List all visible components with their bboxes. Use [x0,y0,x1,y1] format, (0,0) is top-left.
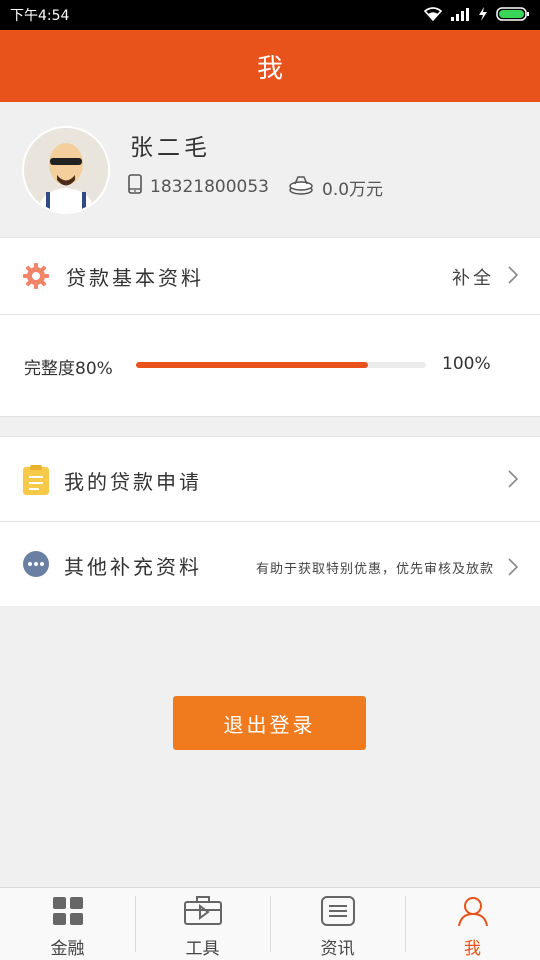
title-bar: 我 [0,30,540,102]
other-info-hint: 有助于获取特别优惠，优先审核及放款 [255,562,494,577]
bottom-tab-bar: 金融 工具 资讯 我 [0,887,540,960]
more-dots-icon [22,550,50,582]
wifi-icon [423,6,443,25]
status-icons [423,6,530,25]
grid-icon [52,896,84,930]
profile-section: 张二毛 18321800053 0.0万元 [0,102,540,237]
loan-basic-row[interactable]: 贷款基本资料 补全 [0,238,540,314]
phone-row: 18321800053 [128,174,269,199]
status-time: 下午4:54 [10,8,70,24]
charging-icon [478,6,488,25]
tab-news-label: 资讯 [320,939,355,959]
chevron-right-icon [508,266,519,288]
news-icon [320,896,355,930]
tab-finance-label: 金融 [50,939,85,959]
my-loan-application-label: 我的贷款申请 [64,470,202,494]
toolbox-icon [183,896,222,930]
person-icon [457,896,489,930]
battery-icon [496,6,530,25]
balance-value: 0.0万元 [322,180,384,200]
page-title: 我 [256,53,283,84]
logout-button[interactable]: 退出登录 [173,696,366,750]
other-info-label: 其他补充资料 [64,555,202,579]
my-loan-application-row[interactable]: 我的贷款申请 [0,437,540,521]
completeness-progress-bar [136,362,426,368]
phone-icon [128,174,142,199]
user-name: 张二毛 [130,135,211,161]
status-bar: 下午4:54 [0,0,540,30]
clipboard-icon [22,464,50,500]
loan-basic-label: 贷款基本资料 [66,266,204,290]
tab-tools[interactable]: 工具 [135,888,270,960]
progress-fill [136,362,368,368]
logout-label: 退出登录 [223,712,316,737]
signal-icon [450,6,470,25]
balance-row: 0.0万元 [288,174,383,201]
other-info-row[interactable]: 其他补充资料 有助于获取特别优惠，优先审核及放款 [0,522,540,606]
avatar-illustration [24,128,108,212]
chevron-right-icon [508,558,519,580]
tab-tools-label: 工具 [185,939,220,959]
divider [0,416,540,417]
avatar[interactable] [22,126,110,214]
divider [0,314,540,315]
tab-me[interactable]: 我 [405,888,540,960]
tab-finance[interactable]: 金融 [0,888,135,960]
gear-icon [22,262,50,294]
tab-news[interactable]: 资讯 [270,888,405,960]
tab-me-label: 我 [464,939,481,959]
coins-icon [288,174,314,201]
phone-number: 18321800053 [150,176,269,197]
chevron-right-icon [508,470,519,492]
completeness-label: 完整度80% [24,359,113,379]
completeness-max-label: 100% [442,354,491,374]
complete-action[interactable]: 补全 [452,264,494,290]
